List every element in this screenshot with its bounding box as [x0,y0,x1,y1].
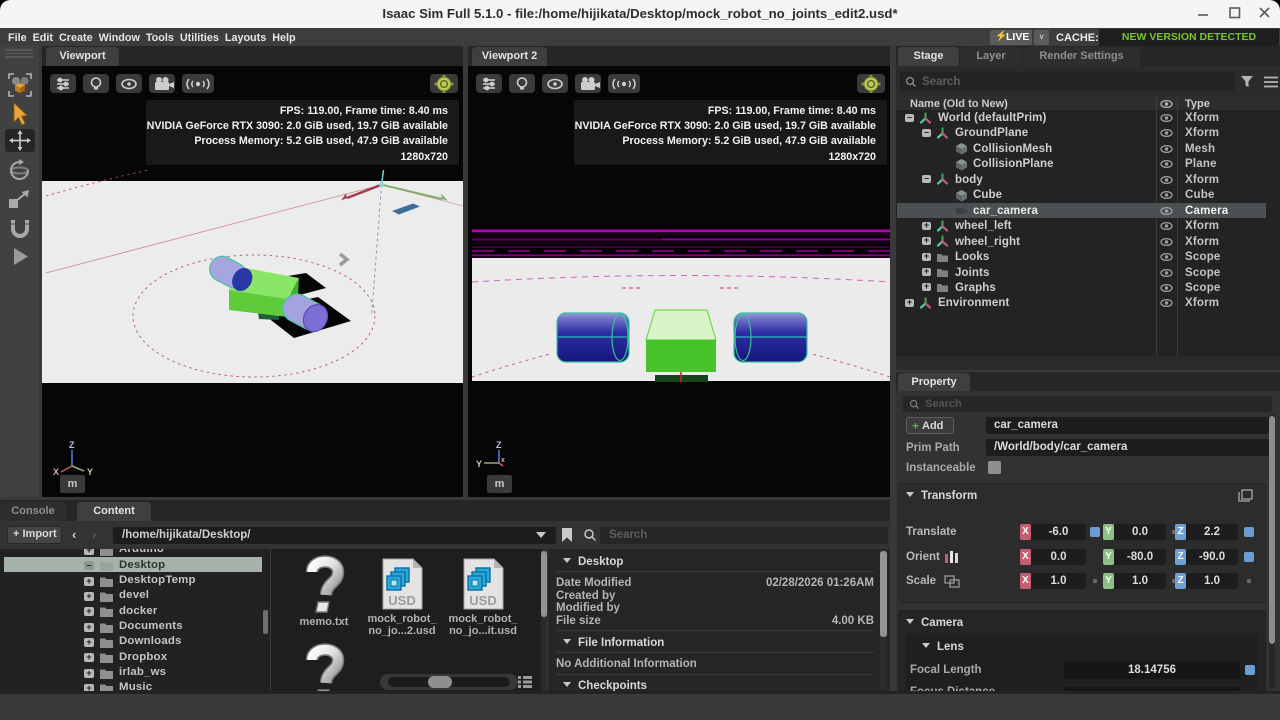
svg-text:USD: USD [388,593,415,608]
svg-text:Y: Y [476,459,482,469]
svg-text:x: x [501,457,505,464]
svg-text:Z: Z [496,440,502,450]
svg-text:Y: Y [87,467,93,476]
svg-text:X: X [53,467,59,476]
svg-text:USD: USD [469,593,496,608]
svg-text:Z: Z [69,440,75,450]
